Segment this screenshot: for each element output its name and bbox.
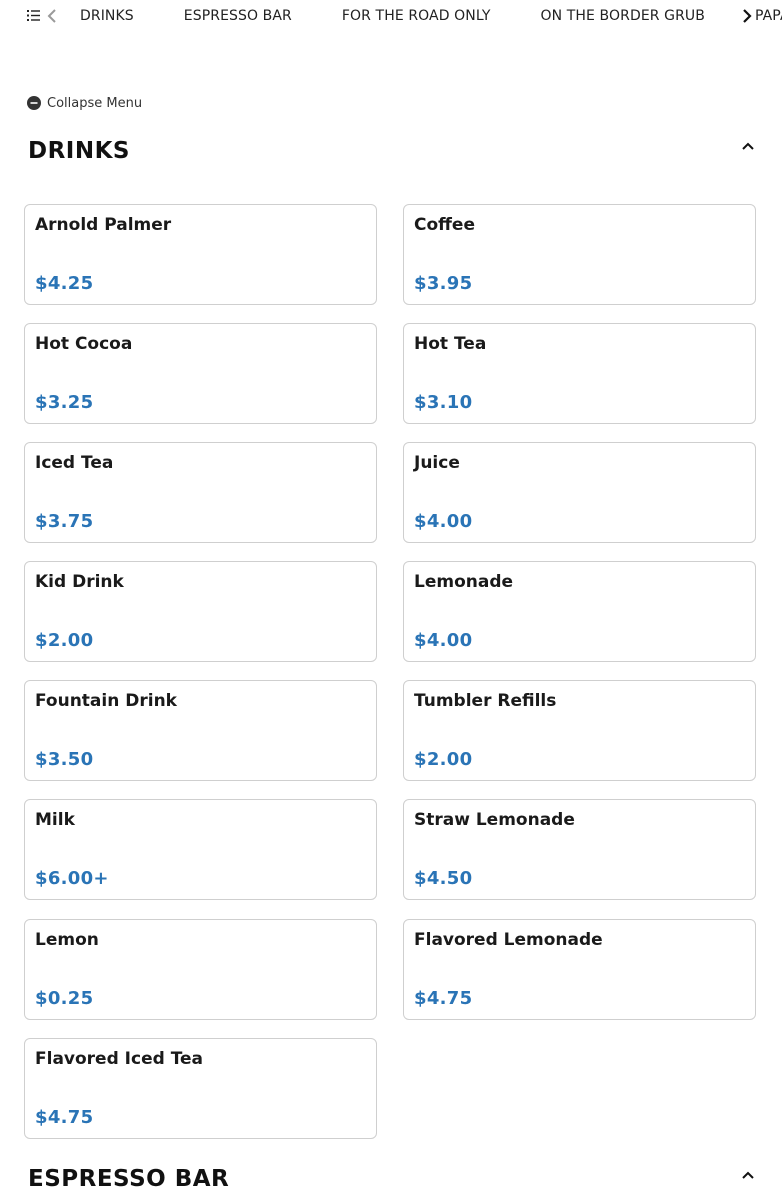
menu-item-card[interactable]: Coffee $3.95 [403,204,756,305]
menu-item-price: $4.75 [414,988,473,1009]
minus-circle-icon [27,96,41,110]
category-tabs: DRINKS ESPRESSO BAR FOR THE ROAD ONLY ON TH… [80,0,782,32]
menu-item-name: Lemonade [414,572,514,592]
menu-item-card[interactable]: Flavored Iced Tea $4.75 [24,1038,377,1139]
menu-item-price: $4.50 [414,868,473,889]
section-title-drinks: DRINKS [28,138,130,164]
menu-item-name: Arnold Palmer [35,215,172,235]
tab-for-the-road-only[interactable]: FOR THE ROAD ONLY [342,0,491,32]
menu-item-price: $4.75 [35,1107,94,1128]
menu-item-card[interactable]: Juice $4.00 [403,442,756,543]
menu-item-card[interactable]: Arnold Palmer $4.25 [24,204,377,305]
menu-item-price: $3.10 [414,392,473,413]
menu-item-name: Fountain Drink [35,691,177,711]
menu-item-price: $3.50 [35,749,94,770]
menu-item-price: $3.75 [35,511,94,532]
menu-item-name: Flavored Iced Tea [35,1049,204,1069]
section-title-espresso-bar: ESPRESSO BAR [28,1166,230,1192]
list-icon[interactable] [27,9,40,22]
menu-item-card[interactable]: Straw Lemonade $4.50 [403,799,756,900]
menu-item-price: $2.00 [414,749,473,770]
menu-item-name: Hot Tea [414,334,487,354]
menu-item-price: $0.25 [35,988,94,1009]
chevron-up-icon[interactable] [741,1170,755,1180]
menu-item-card[interactable]: Tumbler Refills $2.00 [403,680,756,781]
tab-papa[interactable]: PAPA [755,0,782,32]
menu-item-price: $4.00 [414,511,473,532]
menu-item-price: $4.00 [414,630,473,651]
menu-item-card[interactable]: Fountain Drink $3.50 [24,680,377,781]
menu-item-card[interactable]: Milk $6.00+ [24,799,377,900]
menu-item-name: Coffee [414,215,475,235]
menu-item-card[interactable]: Iced Tea $3.75 [24,442,377,543]
collapse-menu-button[interactable]: Collapse Menu [27,94,142,112]
chevron-left-icon[interactable] [46,8,58,24]
menu-item-card[interactable]: Lemonade $4.00 [403,561,756,662]
tab-espresso-bar[interactable]: ESPRESSO BAR [184,0,292,32]
menu-item-card[interactable]: Hot Tea $3.10 [403,323,756,424]
tab-on-the-border-grub[interactable]: ON THE BORDER GRUB [541,0,705,32]
menu-item-card[interactable]: Hot Cocoa $3.25 [24,323,377,424]
menu-item-price: $2.00 [35,630,94,651]
menu-item-card[interactable]: Flavored Lemonade $4.75 [403,919,756,1020]
menu-item-price: $3.25 [35,392,94,413]
menu-item-name: Milk [35,810,75,830]
tab-drinks[interactable]: DRINKS [80,0,134,32]
menu-item-name: Kid Drink [35,572,124,592]
menu-item-card[interactable]: Kid Drink $2.00 [24,561,377,662]
menu-item-card[interactable]: Lemon $0.25 [24,919,377,1020]
collapse-menu-label: Collapse Menu [47,95,143,111]
chevron-up-icon[interactable] [741,141,755,151]
menu-item-price: $6.00+ [35,868,109,889]
category-nav: DRINKS ESPRESSO BAR FOR THE ROAD ONLY ON TH… [0,0,782,32]
menu-item-name: Lemon [35,930,99,950]
menu-item-price: $3.95 [414,273,473,294]
menu-item-name: Tumbler Refills [414,691,557,711]
menu-item-price: $4.25 [35,273,94,294]
chevron-right-icon[interactable] [740,8,754,24]
menu-item-name: Flavored Lemonade [414,930,603,950]
menu-item-name: Iced Tea [35,453,114,473]
menu-item-name: Hot Cocoa [35,334,133,354]
menu-item-name: Juice [414,453,460,473]
menu-item-name: Straw Lemonade [414,810,575,830]
